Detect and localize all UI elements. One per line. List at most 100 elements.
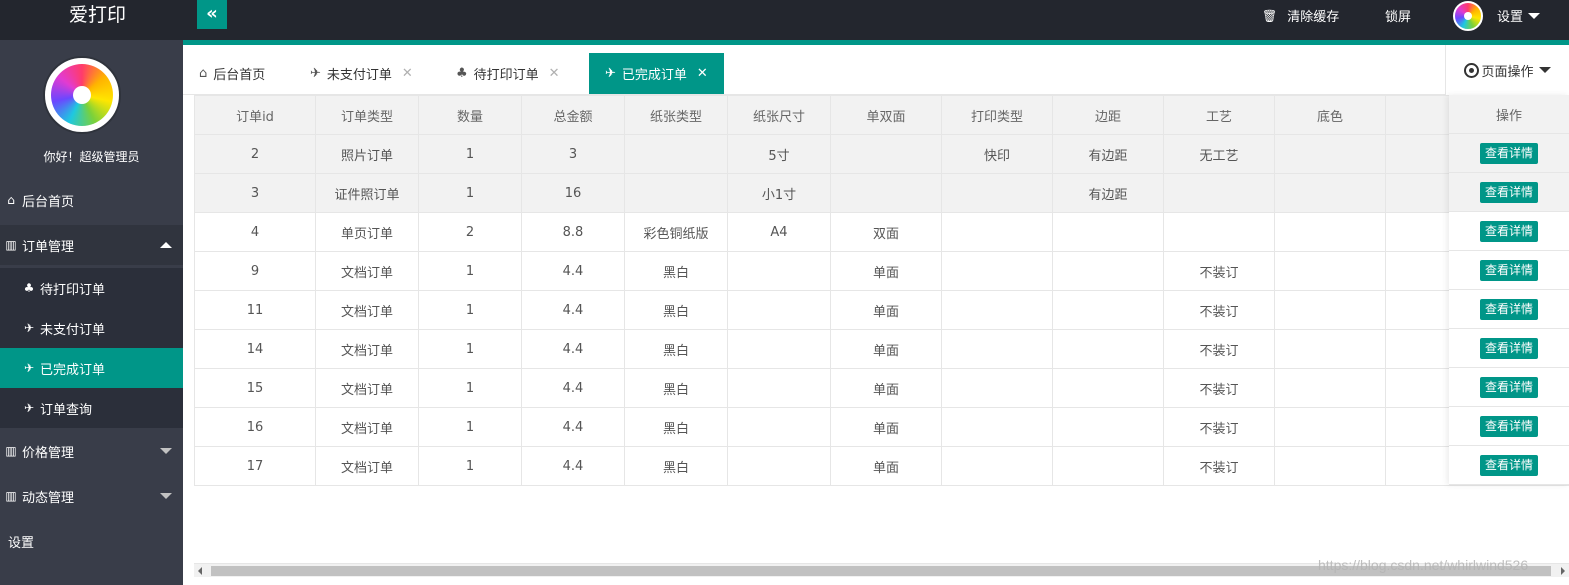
column-header: 订单id xyxy=(194,95,316,135)
table-cell: 1 xyxy=(418,251,522,291)
action-cell: 查看详情 xyxy=(1449,290,1569,329)
table-row: 16 文档订单 1 4.4 黑白 单面 不装订 xyxy=(194,407,1569,447)
clear-cache-label: 清除缓存 xyxy=(1287,10,1340,25)
watermark: https://blog.csdn.net/whirlwind526 xyxy=(1318,557,1529,573)
scroll-left-icon[interactable] xyxy=(198,567,202,575)
chart-icon: ▥ xyxy=(5,238,17,252)
close-icon[interactable]: ✕ xyxy=(402,66,413,81)
sidebar-item-label: 设置 xyxy=(8,535,35,551)
clear-cache-button[interactable]: 🗑 清除缓存 xyxy=(1262,6,1340,26)
table-cell: 双面 xyxy=(830,212,942,252)
table-cell: 单面 xyxy=(830,329,942,369)
table-cell: 文档订单 xyxy=(315,251,419,291)
tab-unpaid-orders[interactable]: ✈ 未支付订单 ✕ xyxy=(310,53,413,94)
scroll-right-icon[interactable] xyxy=(1561,567,1565,575)
sidebar-item-label: 动态管理 xyxy=(22,490,75,506)
view-details-button[interactable]: 查看详情 xyxy=(1480,298,1539,320)
tab-completed-orders[interactable]: ✈ 已完成订单 ✕ xyxy=(589,53,724,94)
tab-home[interactable]: ⌂ 后台首页 xyxy=(199,53,265,94)
table-header-row: 订单id订单类型数量总金额纸张类型纸张尺寸单双面打印类型边距工艺底色纸张重 xyxy=(194,95,1569,135)
table-cell: 不装订 xyxy=(1163,290,1275,330)
table-cell: 不装订 xyxy=(1163,446,1275,486)
column-header: 打印类型 xyxy=(941,95,1053,135)
table-cell: 照片订单 xyxy=(315,134,419,174)
table-cell: 单面 xyxy=(830,251,942,291)
settings-menu[interactable]: 设置 xyxy=(1497,6,1541,25)
sidebar-item-unpaid[interactable]: ✈ 未支付订单 xyxy=(0,308,183,348)
table-cell: 1 xyxy=(418,446,522,486)
user-avatar[interactable] xyxy=(1453,1,1483,31)
group-icon: ♣ xyxy=(456,66,468,81)
view-details-button[interactable]: 查看详情 xyxy=(1480,415,1539,437)
sidebar-collapse-button[interactable]: « xyxy=(197,0,227,29)
chart-icon: ▥ xyxy=(5,489,17,503)
sidebar-item-completed[interactable]: ✈ 已完成订单 xyxy=(0,348,183,388)
action-cell: 查看详情 xyxy=(1449,407,1569,446)
sidebar-item-order-query[interactable]: ✈ 订单查询 xyxy=(0,388,183,428)
table-cell xyxy=(1052,212,1164,252)
table-cell: 不装订 xyxy=(1163,368,1275,408)
table-row: 3 证件照订单 1 16 小1寸 有边距 xyxy=(194,173,1569,213)
table-cell xyxy=(1274,251,1386,291)
sidebar: 你好！超级管理员 ⌂ 后台首页 ▥ 订单管理 ♣ 待打印订单 ✈ 未支付订单 ✈… xyxy=(0,40,183,585)
chevron-down-icon xyxy=(160,493,172,499)
sidebar-item-news-management[interactable]: ▥ 动态管理 xyxy=(0,476,183,516)
view-details-button[interactable]: 查看详情 xyxy=(1480,454,1539,476)
table-cell: 单页订单 xyxy=(315,212,419,252)
table-cell xyxy=(830,173,942,213)
view-details-button[interactable]: 查看详情 xyxy=(1480,220,1539,242)
home-icon: ⌂ xyxy=(7,193,15,207)
table-cell: 小1寸 xyxy=(727,173,831,213)
view-details-button[interactable]: 查看详情 xyxy=(1480,142,1539,164)
tab-label: 待打印订单 xyxy=(473,68,539,83)
table-cell: 黑白 xyxy=(624,446,728,486)
table-cell xyxy=(727,407,831,447)
table-cell xyxy=(1274,368,1386,408)
column-header: 单双面 xyxy=(830,95,942,135)
sidebar-item-home[interactable]: ⌂ 后台首页 xyxy=(0,180,183,220)
table-cell: 1 xyxy=(418,173,522,213)
table-row: 17 文档订单 1 4.4 黑白 单面 不装订 xyxy=(194,446,1569,486)
close-icon[interactable]: ✕ xyxy=(697,66,708,81)
table-cell: 1 xyxy=(418,407,522,447)
view-details-button[interactable]: 查看详情 xyxy=(1480,259,1539,281)
table-cell: 文档订单 xyxy=(315,290,419,330)
table-cell: 1 xyxy=(418,329,522,369)
table-cell xyxy=(1274,446,1386,486)
table-cell xyxy=(1052,251,1164,291)
view-details-button[interactable]: 查看详情 xyxy=(1480,337,1539,359)
table-cell xyxy=(727,329,831,369)
table-cell: 4 xyxy=(194,212,316,252)
table-row: 4单页订单28.8彩色铜纸版A4双面200g xyxy=(194,212,1569,252)
app-logo: 爱打印 xyxy=(68,4,126,26)
sidebar-item-price-management[interactable]: ▥ 价格管理 xyxy=(0,431,183,471)
action-cell: 查看详情 xyxy=(1449,134,1569,173)
table-cell xyxy=(941,251,1053,291)
top-header: 爱打印 « 🗑 清除缓存 锁屏 设置 xyxy=(0,0,1569,40)
table-cell: 单面 xyxy=(830,290,942,330)
table-cell: 单面 xyxy=(830,446,942,486)
sidebar-avatar xyxy=(43,56,121,134)
sidebar-item-settings[interactable]: 设置 xyxy=(0,521,183,561)
column-header: 数量 xyxy=(418,95,522,135)
page-operations-label: 页面操作 xyxy=(1481,64,1534,80)
lock-screen-button[interactable]: 锁屏 xyxy=(1385,6,1411,25)
sidebar-item-order-management[interactable]: ▥ 订单管理 xyxy=(0,225,183,265)
table-cell: 8.8 xyxy=(521,212,625,252)
action-cell: 查看详情 xyxy=(1449,329,1569,368)
group-icon: ♣ xyxy=(23,281,35,295)
column-header: 订单类型 xyxy=(315,95,419,135)
sidebar-item-pending-print[interactable]: ♣ 待打印订单 xyxy=(0,268,183,308)
view-details-button[interactable]: 查看详情 xyxy=(1480,181,1539,203)
tab-pending-print[interactable]: ♣ 待打印订单 ✕ xyxy=(456,53,560,94)
close-icon[interactable]: ✕ xyxy=(549,66,560,81)
orders-table: 订单id订单类型数量总金额纸张类型纸张尺寸单双面打印类型边距工艺底色纸张重 2照… xyxy=(194,95,1569,486)
table-cell: 9 xyxy=(194,251,316,291)
table-cell: 单面 xyxy=(830,407,942,447)
table-cell: 黑白 xyxy=(624,368,728,408)
table-cell xyxy=(941,368,1053,408)
page-operations-menu[interactable]: 页面操作 xyxy=(1445,45,1569,95)
table-cell xyxy=(727,251,831,291)
column-header: 工艺 xyxy=(1163,95,1275,135)
view-details-button[interactable]: 查看详情 xyxy=(1480,376,1539,398)
